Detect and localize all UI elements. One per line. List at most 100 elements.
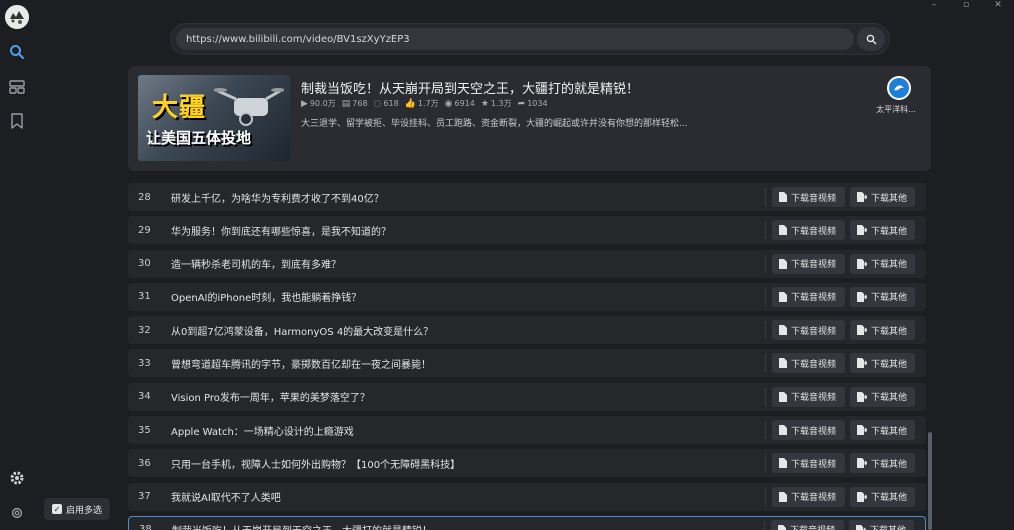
file-export-icon: [857, 325, 867, 336]
download-other-button[interactable]: 下载其他: [849, 519, 914, 530]
download-other-button[interactable]: 下载其他: [850, 486, 915, 507]
url-input[interactable]: [176, 28, 854, 50]
list-item[interactable]: 35 Apple Watch：一场精心设计的上瘾游戏 下载音视频 下载其他: [128, 416, 926, 445]
download-av-button[interactable]: 下载音视频: [772, 220, 845, 241]
gear-icon[interactable]: [8, 469, 26, 487]
download-av-label: 下载音视频: [791, 393, 837, 404]
thumbnail-big-text: 大疆: [152, 93, 207, 123]
download-other-button[interactable]: 下载其他: [850, 420, 915, 441]
divider: [765, 354, 766, 373]
download-other-button[interactable]: 下载其他: [850, 286, 915, 307]
divider: [765, 487, 766, 506]
item-title: 华为服务！你到底还有哪些惊喜，是我不知道的？: [171, 226, 391, 238]
item-number: 32: [138, 324, 151, 336]
video-description: 大三退学、留学被拒、毕设挂科、员工跑路、资金断裂，大疆的崛起或许并没有你想的那样…: [301, 119, 688, 129]
item-title: 从0到超7亿鸿蒙设备，HarmonyOS 4的最大改变是什么？: [171, 326, 434, 338]
download-other-button[interactable]: 下载其他: [850, 253, 915, 274]
video-stats: ▶ 90.0万 ▤ 768 ◌ 618 👍 1.7万 ◉ 6914 ★ 1.3万 ➦ 1034: [301, 98, 548, 109]
download-av-button[interactable]: 下载音视频: [772, 420, 845, 441]
item-number: 35: [138, 424, 151, 436]
download-other-button[interactable]: 下载其他: [850, 353, 915, 374]
item-title: 只用一台手机，视障人士如何外出购物？【100个无障碍黑科技】: [171, 459, 461, 471]
stat-coins: ◉ 6914: [444, 98, 475, 109]
divider: [765, 221, 766, 240]
divider: [765, 421, 766, 440]
download-av-button[interactable]: 下载音视频: [772, 386, 845, 407]
episode-list: 28 研发上千亿，为啥华为专利费才收了不到40亿？ 下载音视频 下载其他 29 …: [128, 183, 926, 530]
like-icon: 👍: [404, 98, 416, 109]
list-item[interactable]: 28 研发上千亿，为啥华为专利费才收了不到40亿？ 下载音视频 下载其他: [128, 183, 926, 211]
list-item[interactable]: 38 制裁当饭吃！从天崩开局到天空之王，大疆打的就是精锐！ 下载音视频 下载其他: [128, 515, 926, 530]
list-item[interactable]: 37 我就说AI取代不了人类吧 下载音视频 下载其他: [128, 482, 926, 511]
list-item[interactable]: 36 只用一台手机，视障人士如何外出购物？【100个无障碍黑科技】 下载音视频 …: [128, 449, 926, 478]
stat-favorites: ★ 1.3万: [480, 98, 512, 109]
file-export-icon: [857, 358, 867, 369]
url-bar: [170, 23, 890, 55]
download-av-button[interactable]: 下载音视频: [772, 320, 845, 341]
window-controls: – ▫ ✕: [918, 0, 1014, 10]
download-av-label: 下载音视频: [791, 493, 837, 504]
download-other-label: 下载其他: [871, 260, 908, 271]
download-av-button[interactable]: 下载音视频: [771, 519, 844, 530]
layout-icon[interactable]: [8, 78, 26, 96]
app-avatar[interactable]: [5, 5, 29, 29]
star-icon: ★: [480, 98, 489, 109]
item-title: Vision Pro发布一周年，苹果的美梦落空了？: [171, 393, 370, 405]
download-av-button[interactable]: 下载音视频: [772, 187, 845, 207]
download-av-button[interactable]: 下载音视频: [772, 253, 845, 274]
uploader-name[interactable]: 太平洋科...: [876, 104, 916, 115]
download-other-label: 下载其他: [871, 459, 908, 470]
list-item[interactable]: 29 华为服务！你到底还有哪些惊喜，是我不知道的？ 下载音视频 下载其他: [128, 216, 926, 245]
item-number: 33: [138, 357, 151, 369]
play-icon: ▶: [301, 98, 308, 109]
download-other-button[interactable]: 下载其他: [850, 320, 915, 341]
file-export-icon: [857, 391, 867, 402]
file-icon: [779, 358, 787, 369]
download-av-button[interactable]: 下载音视频: [772, 486, 845, 507]
file-icon: [779, 325, 787, 336]
download-other-button[interactable]: 下载其他: [850, 386, 915, 407]
download-other-label: 下载其他: [871, 293, 908, 304]
list-item[interactable]: 31 OpenAI的iPhone时刻，我也能躺着挣钱？ 下载音视频 下载其他: [128, 282, 926, 311]
coin-icon: ◉: [444, 98, 453, 109]
close-button[interactable]: ✕: [982, 0, 1014, 10]
divider: [765, 454, 766, 473]
uploader-avatar[interactable]: [887, 76, 911, 100]
file-icon: [779, 258, 787, 269]
search-icon[interactable]: [8, 43, 26, 61]
drone-image: [214, 88, 284, 126]
download-other-button[interactable]: 下载其他: [850, 187, 915, 207]
download-av-button[interactable]: 下载音视频: [772, 353, 845, 374]
stat-shares: ➦ 1034: [517, 98, 548, 109]
download-av-label: 下载音视频: [791, 359, 837, 370]
list-item[interactable]: 33 曾想弯道超车腾讯的字节，豪掷数百亿却在一夜之间暴毙！ 下载音视频 下载其他: [128, 349, 926, 378]
file-icon: [779, 391, 787, 402]
list-item[interactable]: 30 造一辆秒杀老司机的车，到底有多难？ 下载音视频 下载其他: [128, 249, 926, 278]
list-item[interactable]: 34 Vision Pro发布一周年，苹果的美梦落空了？ 下载音视频 下载其他: [128, 382, 926, 411]
thumbnail-sub-text: 让美国五体投地: [146, 129, 252, 147]
download-av-label: 下载音视频: [791, 193, 837, 204]
stat-danmaku: ▤ 768: [341, 98, 368, 109]
bookmark-icon[interactable]: [8, 112, 26, 130]
search-icon: [866, 34, 876, 44]
stat-likes: 👍 1.7万: [404, 98, 439, 109]
multi-select-toggle[interactable]: ✓ 启用多选: [44, 498, 110, 520]
download-av-button[interactable]: 下载音视频: [772, 453, 845, 474]
download-other-button[interactable]: 下载其他: [850, 453, 915, 474]
download-av-label: 下载音视频: [791, 326, 837, 337]
download-other-button[interactable]: 下载其他: [850, 220, 915, 241]
list-scrollbar[interactable]: [928, 432, 932, 530]
file-icon: [779, 225, 787, 236]
minimize-button[interactable]: –: [918, 0, 950, 10]
url-search-button[interactable]: [857, 27, 885, 51]
maximize-button[interactable]: ▫: [950, 0, 982, 10]
settings-icon[interactable]: [8, 504, 26, 522]
item-title: 造一辆秒杀老司机的车，到底有多难？: [171, 260, 341, 272]
video-thumbnail[interactable]: 大疆 让美国五体投地: [138, 75, 290, 161]
download-other-label: 下载其他: [871, 359, 908, 370]
item-number: 38: [139, 524, 152, 530]
download-av-button[interactable]: 下载音视频: [772, 286, 845, 307]
list-item[interactable]: 32 从0到超7亿鸿蒙设备，HarmonyOS 4的最大改变是什么？ 下载音视频…: [128, 316, 926, 345]
stat-views: ▶ 90.0万: [301, 98, 336, 109]
file-icon: [779, 458, 787, 469]
